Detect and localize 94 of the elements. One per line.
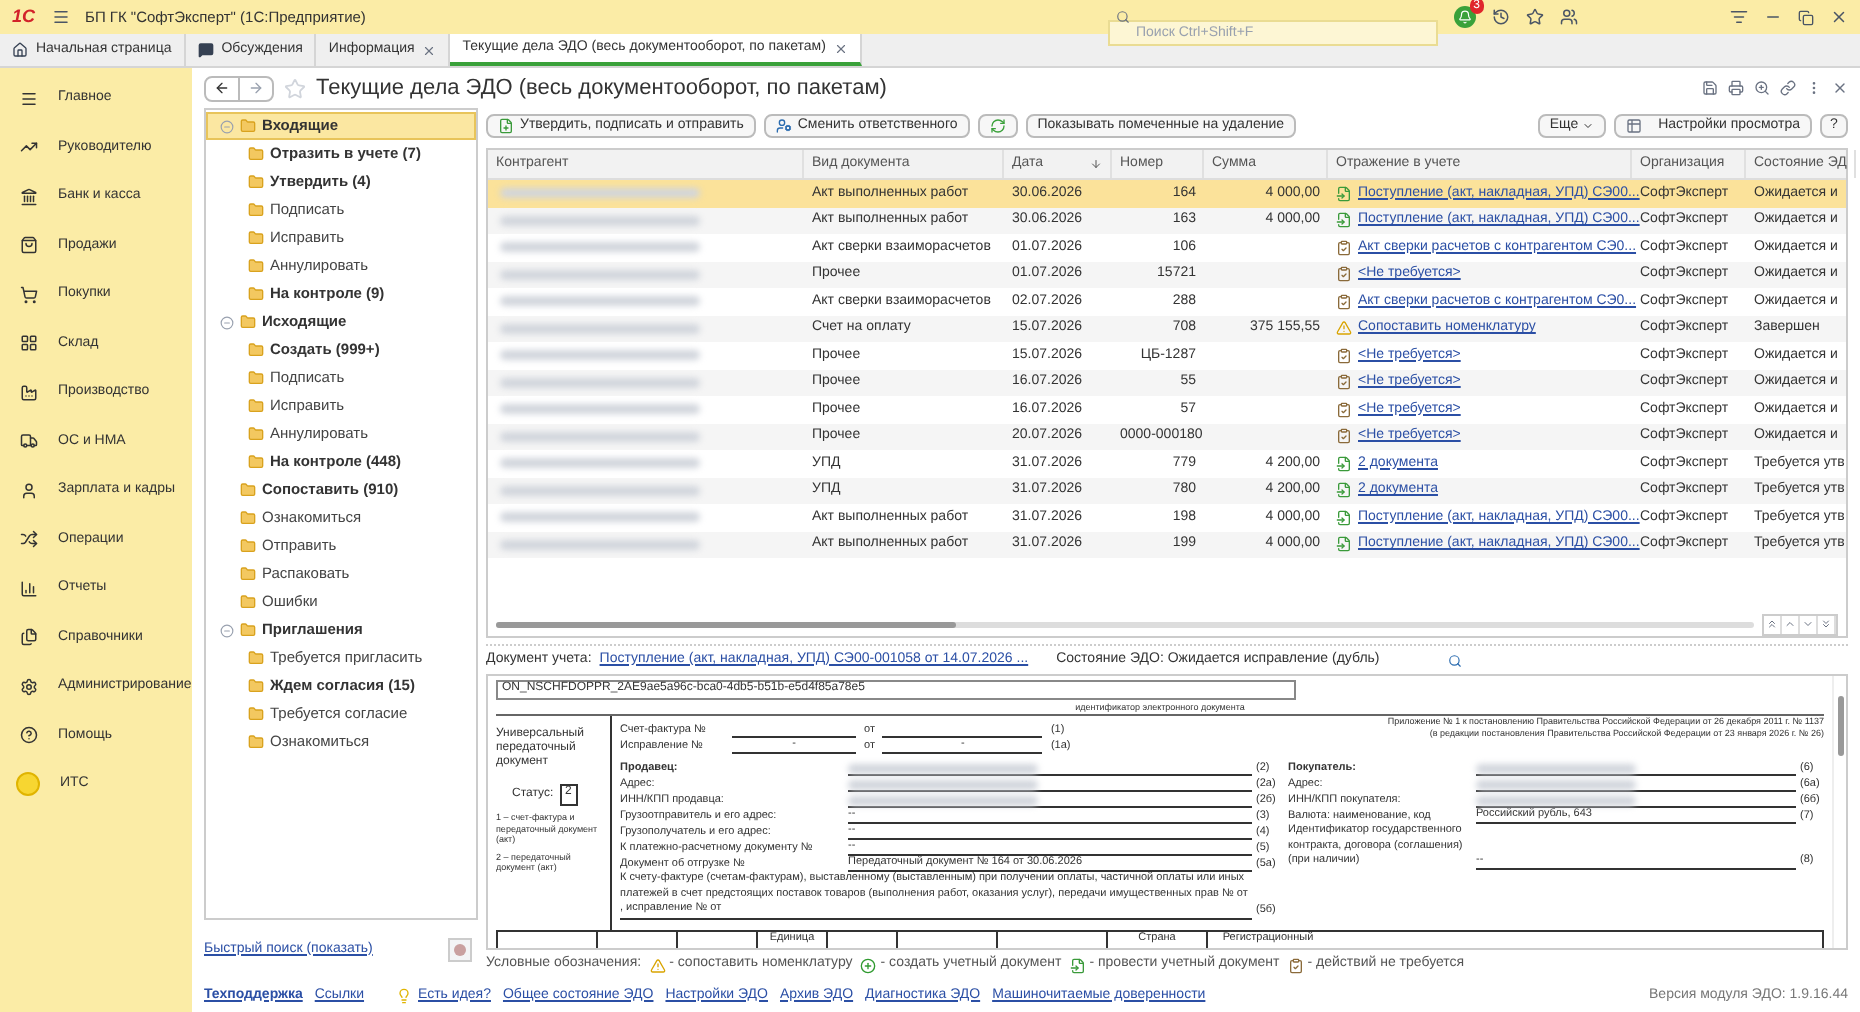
- arrow-left-icon: [214, 80, 230, 96]
- person-icon: [20, 481, 38, 500]
- folder-icon: [248, 426, 264, 442]
- document-arrow-icon: [1336, 455, 1352, 472]
- settings-icon: [20, 677, 38, 696]
- person-icon: [775, 118, 792, 134]
- shuffle-icon: [20, 530, 38, 549]
- zoom-icon[interactable]: [1754, 80, 1770, 96]
- collapse-icon[interactable]: [220, 315, 234, 329]
- folder-icon: [240, 594, 256, 610]
- refresh-icon: [989, 118, 1006, 134]
- search-icon[interactable]: [1447, 653, 1462, 667]
- folder-icon: [248, 734, 264, 750]
- star-icon[interactable]: [1526, 8, 1544, 26]
- double-down-icon: [1820, 618, 1832, 630]
- collapse-icon[interactable]: [220, 623, 234, 637]
- folder-icon: [248, 370, 264, 386]
- files-icon: [20, 628, 38, 647]
- document-arrow-icon: [1336, 509, 1352, 526]
- folder-icon: [240, 314, 256, 330]
- clipboard-check-icon: [1336, 347, 1352, 364]
- menu-icon: [20, 89, 38, 108]
- folder-icon: [240, 118, 256, 134]
- document-arrow-icon: [1336, 482, 1352, 499]
- link-icon[interactable]: [1780, 80, 1796, 96]
- close-icon[interactable]: [833, 41, 848, 55]
- close-icon[interactable]: [1830, 8, 1848, 26]
- trend-icon: [20, 138, 38, 157]
- document-arrow-icon: [1336, 185, 1352, 202]
- scroll-button[interactable]: [1764, 615, 1782, 633]
- horizontal-scrollbar[interactable]: [496, 621, 1754, 627]
- up-icon: [1784, 618, 1796, 630]
- folder-icon: [240, 566, 256, 582]
- folder-icon: [248, 342, 264, 358]
- double-up-icon: [1766, 618, 1778, 630]
- users-icon[interactable]: [1560, 8, 1578, 26]
- save-icon[interactable]: [1702, 80, 1718, 96]
- bar-chart-icon: [20, 579, 38, 598]
- home-icon: [12, 42, 28, 58]
- search-icon: [1116, 10, 1130, 24]
- logo: 1С: [12, 3, 36, 30]
- folder-icon: [248, 146, 264, 162]
- document-arrow-icon: [1069, 957, 1086, 973]
- printer-icon[interactable]: [1728, 80, 1744, 96]
- refresh-button[interactable]: [977, 114, 1018, 138]
- document-arrow-icon: [1336, 536, 1352, 553]
- folder-icon: [248, 650, 264, 666]
- menu-icon[interactable]: [51, 8, 70, 26]
- arrow-right-icon: [248, 80, 264, 96]
- history-icon[interactable]: [1492, 8, 1510, 26]
- bank-icon: [20, 187, 38, 206]
- cart-icon: [20, 285, 38, 304]
- factory-icon: [20, 383, 38, 402]
- truck-icon: [20, 432, 38, 451]
- page-title: Текущие дела ЭДО (весь документооборот, по пакетам): [316, 73, 887, 104]
- clipboard-check-icon: [1336, 293, 1352, 310]
- clipboard-check-icon: [1336, 239, 1352, 256]
- lightbulb-icon: [396, 988, 413, 1004]
- folder-icon: [248, 202, 264, 218]
- close-icon[interactable]: [422, 43, 437, 57]
- restore-icon[interactable]: [1798, 9, 1814, 25]
- down-icon: [1802, 618, 1814, 630]
- clipboard-check-icon: [1336, 401, 1352, 418]
- clipboard-check-icon: [1336, 374, 1352, 391]
- folder-icon: [240, 510, 256, 526]
- folder-icon: [240, 538, 256, 554]
- folder-icon: [248, 258, 264, 274]
- caret-icon: [1582, 120, 1595, 132]
- clipboard-check-icon: [1287, 957, 1304, 973]
- folder-icon: [248, 286, 264, 302]
- folder-icon: [240, 622, 256, 638]
- plus-circle-icon: [860, 957, 877, 973]
- chat-icon: [197, 42, 214, 58]
- folder-icon: [240, 482, 256, 498]
- filter-icon[interactable]: [1730, 8, 1748, 26]
- warning-icon: [1336, 320, 1352, 337]
- clipboard-check-icon: [1336, 428, 1352, 445]
- folder-icon: [248, 398, 264, 414]
- folder-icon: [248, 678, 264, 694]
- bag-icon: [20, 236, 38, 255]
- document-arrow-icon: [1336, 212, 1352, 229]
- folder-icon: [248, 706, 264, 722]
- folder-icon: [248, 174, 264, 190]
- document-plus-icon: [498, 118, 514, 134]
- clipboard-check-icon: [1336, 266, 1352, 283]
- table-icon: [1626, 118, 1643, 134]
- grid-icon: [20, 334, 38, 353]
- bell-icon[interactable]: [1454, 6, 1476, 28]
- help-icon: [20, 726, 38, 745]
- folder-icon: [248, 454, 264, 470]
- vertical-scrollbar[interactable]: [1832, 676, 1846, 948]
- close-icon[interactable]: [1832, 80, 1848, 96]
- folder-icon: [248, 230, 264, 246]
- warning-icon: [649, 957, 666, 973]
